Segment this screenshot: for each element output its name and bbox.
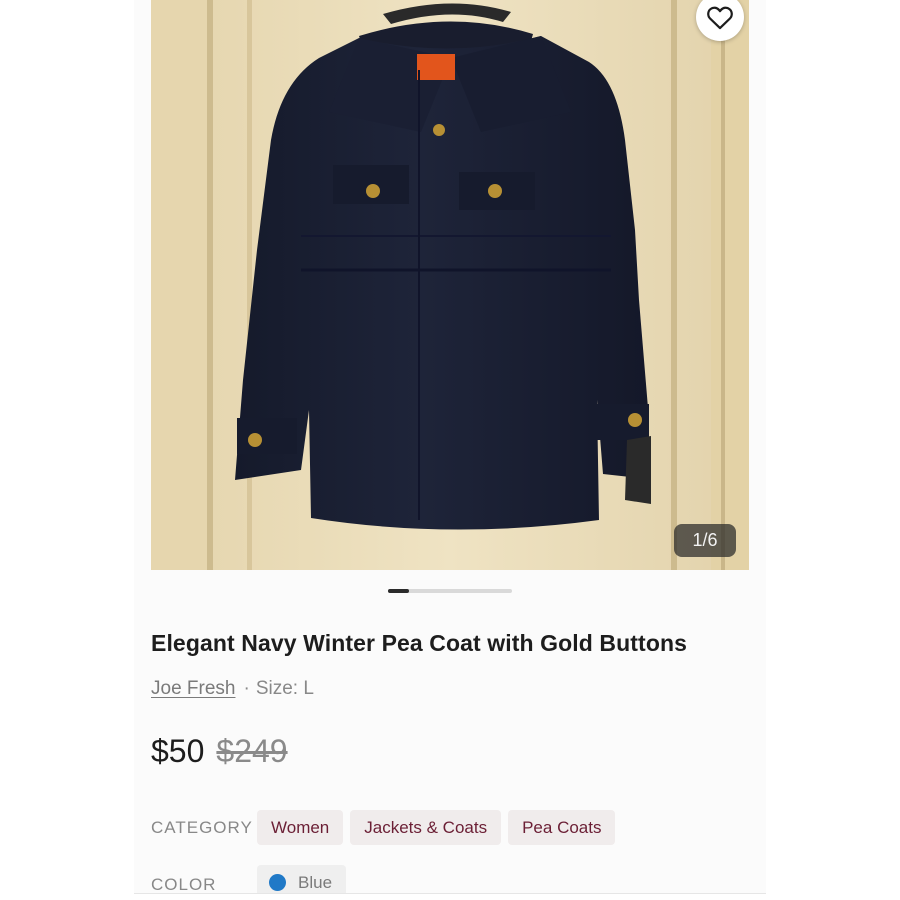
color-value: Blue [298, 872, 333, 892]
brand-link[interactable]: Joe Fresh [151, 678, 235, 699]
meta-separator: · [243, 678, 250, 699]
gallery-progress[interactable] [388, 589, 512, 593]
size-label: Size: L [255, 678, 314, 699]
divider [134, 893, 766, 894]
current-price: $50 [151, 733, 205, 769]
category-chip-pea-coats[interactable]: Pea Coats [508, 810, 616, 845]
color-chip-blue[interactable]: Blue [257, 865, 347, 893]
listing-title: Elegant Navy Winter Pea Coat with Gold B… [151, 630, 688, 656]
gallery-progress-fill [388, 589, 409, 593]
category-row: CATEGORY Women Jackets & Coats Pea Coats [151, 810, 622, 845]
category-chip-jackets-coats[interactable]: Jackets & Coats [350, 810, 502, 845]
color-label: COLOR [151, 874, 217, 894]
product-photo[interactable]: 1/6 [151, 0, 749, 570]
image-counter: 1/6 [674, 524, 736, 557]
original-price: $249 [216, 733, 288, 769]
color-row: COLOR Blue [151, 865, 353, 893]
color-swatch [269, 874, 286, 891]
category-label: CATEGORY [151, 817, 253, 837]
listing-meta: Joe Fresh · Size: L [151, 678, 314, 700]
listing-card: 1/6 Elegant Navy Winter Pea Coat with Go… [134, 0, 766, 893]
coat-photo-image [151, 0, 749, 570]
price-block: $50 $249 [151, 733, 288, 770]
category-chip-women[interactable]: Women [257, 810, 344, 845]
heart-outline-icon [707, 6, 733, 30]
